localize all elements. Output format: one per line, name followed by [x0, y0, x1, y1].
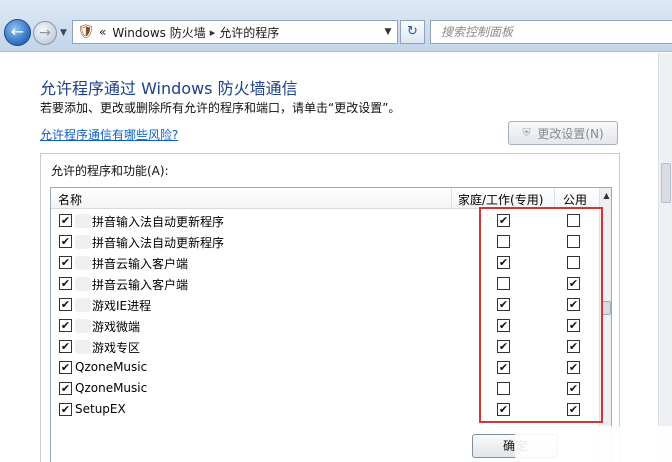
program-name-text: QzoneMusic: [75, 360, 148, 374]
program-enabled-checkbox[interactable]: ✔: [59, 340, 72, 353]
masked-text: [75, 298, 91, 312]
program-name: 拼音云输入客户端: [75, 255, 188, 272]
program-name: QzoneMusic: [75, 381, 147, 395]
program-name-text: 拼音输入法自动更新程序: [92, 215, 225, 229]
program-name-text: 拼音云输入客户端: [92, 257, 189, 271]
program-name-text: QzoneMusic: [75, 381, 148, 395]
page-description: 若要添加、更改或删除所有允许的程序和端口，请单击“更改设置”。: [40, 101, 401, 115]
program-enabled-checkbox[interactable]: ✔: [59, 319, 72, 332]
page-scrollbar-thumb[interactable]: [661, 163, 671, 203]
back-arrow-icon[interactable]: ←: [4, 19, 31, 46]
program-enabled-checkbox[interactable]: ✔: [59, 403, 72, 416]
change-settings-label: 更改设置(N): [537, 126, 604, 141]
breadcrumb-overflow[interactable]: «: [99, 25, 106, 39]
forward-arrow-icon[interactable]: →: [33, 21, 57, 45]
masked-text: [75, 277, 91, 291]
program-enabled-checkbox[interactable]: ✔: [59, 277, 72, 290]
program-name: 拼音输入法自动更新程序: [75, 213, 224, 230]
address-dropdown-icon[interactable]: ▼: [379, 27, 397, 37]
program-name-text: 游戏专区: [92, 341, 141, 355]
column-header-home-work[interactable]: 家庭/工作(专用): [458, 191, 543, 208]
program-name: 游戏专区: [75, 339, 140, 356]
breadcrumb-separator[interactable]: ▸: [210, 26, 216, 39]
program-name: 游戏微端: [75, 318, 140, 335]
masked-text: [75, 256, 91, 270]
column-header-name[interactable]: 名称: [58, 191, 82, 208]
change-settings-button[interactable]: ⛨ 更改设置(N): [508, 121, 618, 145]
program-name-text: 拼音输入法自动更新程序: [92, 236, 225, 250]
masked-text: [75, 214, 91, 228]
program-name-text: 游戏微端: [92, 320, 141, 334]
program-enabled-checkbox[interactable]: ✔: [59, 256, 72, 269]
program-name: SetupEX: [75, 402, 126, 416]
list-header: 名称 家庭/工作(专用) 公用: [51, 188, 599, 209]
refresh-icon[interactable]: ↻: [400, 20, 425, 44]
column-divider[interactable]: [554, 188, 555, 209]
program-name-text: 拼音云输入客户端: [92, 278, 189, 292]
control-panel-icon: 🛡: [77, 24, 95, 40]
scroll-up-icon[interactable]: ▲: [600, 189, 611, 203]
brush-wipe: [515, 426, 672, 462]
highlight-box: [479, 207, 603, 423]
navigation-bar: ← → ▼ 🛡 « Windows 防火墙 ▸ 允许的程序 ▼ ↻ 搜索控制面板: [0, 0, 672, 52]
program-enabled-checkbox[interactable]: ✔: [59, 214, 72, 227]
breadcrumb-item-allowed-programs[interactable]: 允许的程序: [219, 24, 279, 41]
page-title: 允许程序通过 Windows 防火墙通信: [40, 79, 298, 98]
program-name: 拼音输入法自动更新程序: [75, 234, 224, 251]
program-name-text: 游戏IE进程: [92, 299, 152, 313]
column-divider[interactable]: [451, 188, 452, 209]
masked-text: [75, 319, 91, 333]
program-name-text: SetupEX: [75, 402, 126, 416]
address-bar[interactable]: 🛡 « Windows 防火墙 ▸ 允许的程序 ▼: [72, 20, 398, 44]
column-header-public[interactable]: 公用: [563, 191, 587, 208]
masked-text: [75, 235, 91, 249]
program-enabled-checkbox[interactable]: ✔: [59, 298, 72, 311]
program-name: 游戏IE进程: [75, 297, 151, 314]
recent-pages-dropdown[interactable]: ▼: [60, 28, 67, 38]
program-name: 拼音云输入客户端: [75, 276, 188, 293]
risk-help-link[interactable]: 允许程序通信有哪些风险?: [40, 126, 178, 143]
program-enabled-checkbox[interactable]: ✔: [59, 235, 72, 248]
breadcrumb-item-firewall[interactable]: Windows 防火墙: [112, 24, 205, 41]
program-name: QzoneMusic: [75, 360, 147, 374]
shield-icon: ⛨: [522, 126, 531, 139]
group-label: 允许的程序和功能(A):: [51, 164, 169, 178]
search-input[interactable]: 搜索控制面板: [430, 20, 672, 44]
page-scrollbar[interactable]: [658, 53, 672, 462]
masked-text: [75, 340, 91, 354]
program-enabled-checkbox[interactable]: ✔: [59, 361, 72, 374]
program-enabled-checkbox[interactable]: ✔: [59, 382, 72, 395]
